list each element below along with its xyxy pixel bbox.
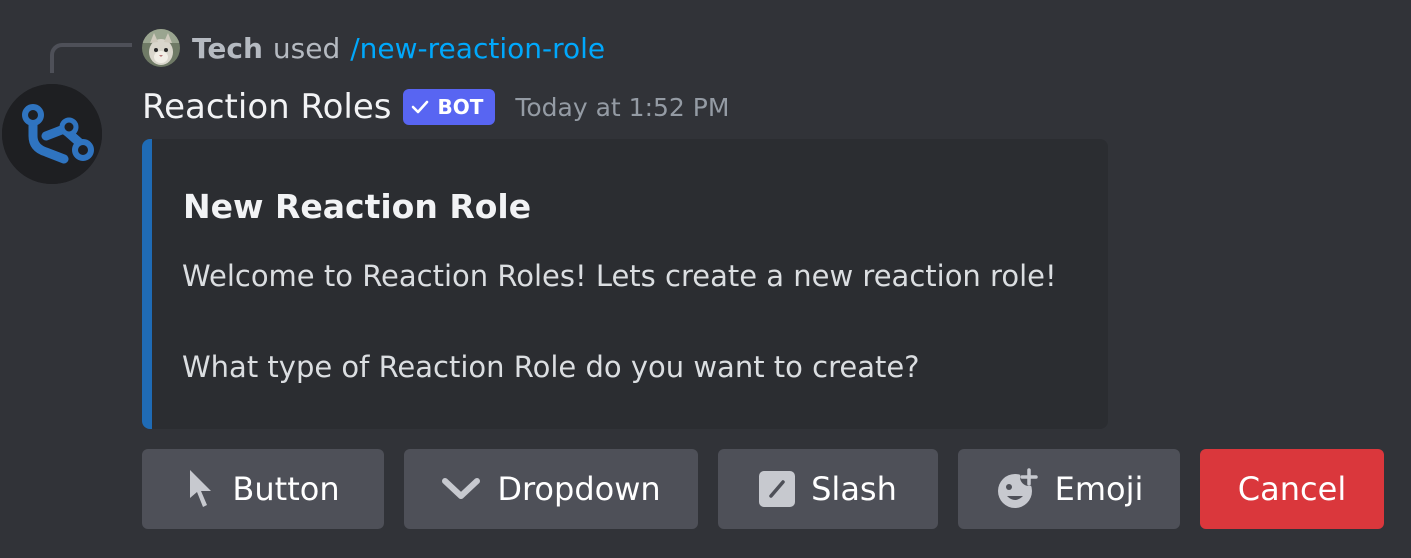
embed: New Reaction Role Welcome to Reaction Ro… <box>142 139 1108 429</box>
slash-type-button[interactable]: Slash <box>718 449 938 529</box>
bot-avatar[interactable] <box>2 84 102 184</box>
embed-description-line: Welcome to Reaction Roles! Lets create a… <box>182 259 1057 293</box>
bot-tag: BOT <box>403 89 496 125</box>
message-timestamp[interactable]: Today at 1:52 PM <box>515 93 729 122</box>
embed-title: New Reaction Role <box>183 187 532 226</box>
button-label: Dropdown <box>497 470 661 508</box>
reply-context[interactable]: Tech used /new-reaction-role <box>142 28 605 68</box>
emoji-type-button[interactable]: Emoji <box>958 449 1180 529</box>
button-type-button[interactable]: Button <box>142 449 384 529</box>
reply-command-link[interactable]: /new-reaction-role <box>350 32 605 65</box>
author-name[interactable]: Reaction Roles <box>142 87 391 127</box>
cursor-arrow-icon <box>186 468 216 510</box>
button-label: Slash <box>811 470 897 508</box>
reply-user-avatar[interactable] <box>142 29 180 67</box>
message-header: Reaction Roles BOT Today at 1:52 PM <box>142 84 729 130</box>
chevron-down-icon <box>441 476 481 502</box>
cancel-button[interactable]: Cancel <box>1200 449 1384 529</box>
reply-spine <box>50 43 132 73</box>
reply-username[interactable]: Tech <box>192 32 263 65</box>
embed-description-line: What type of Reaction Role do you want t… <box>182 350 920 384</box>
reply-used-text: used <box>272 31 341 65</box>
button-label: Button <box>232 470 340 508</box>
dropdown-type-button[interactable]: Dropdown <box>404 449 698 529</box>
button-label: Emoji <box>1054 470 1144 508</box>
bot-tag-label: BOT <box>437 95 484 119</box>
verified-check-icon <box>412 100 429 114</box>
message-container: Tech used /new-reaction-role Reaction Ro… <box>0 0 1411 558</box>
add-emoji-icon <box>995 467 1039 511</box>
slash-command-icon <box>759 471 796 507</box>
embed-accent-bar <box>142 139 152 429</box>
button-label: Cancel <box>1237 470 1347 508</box>
